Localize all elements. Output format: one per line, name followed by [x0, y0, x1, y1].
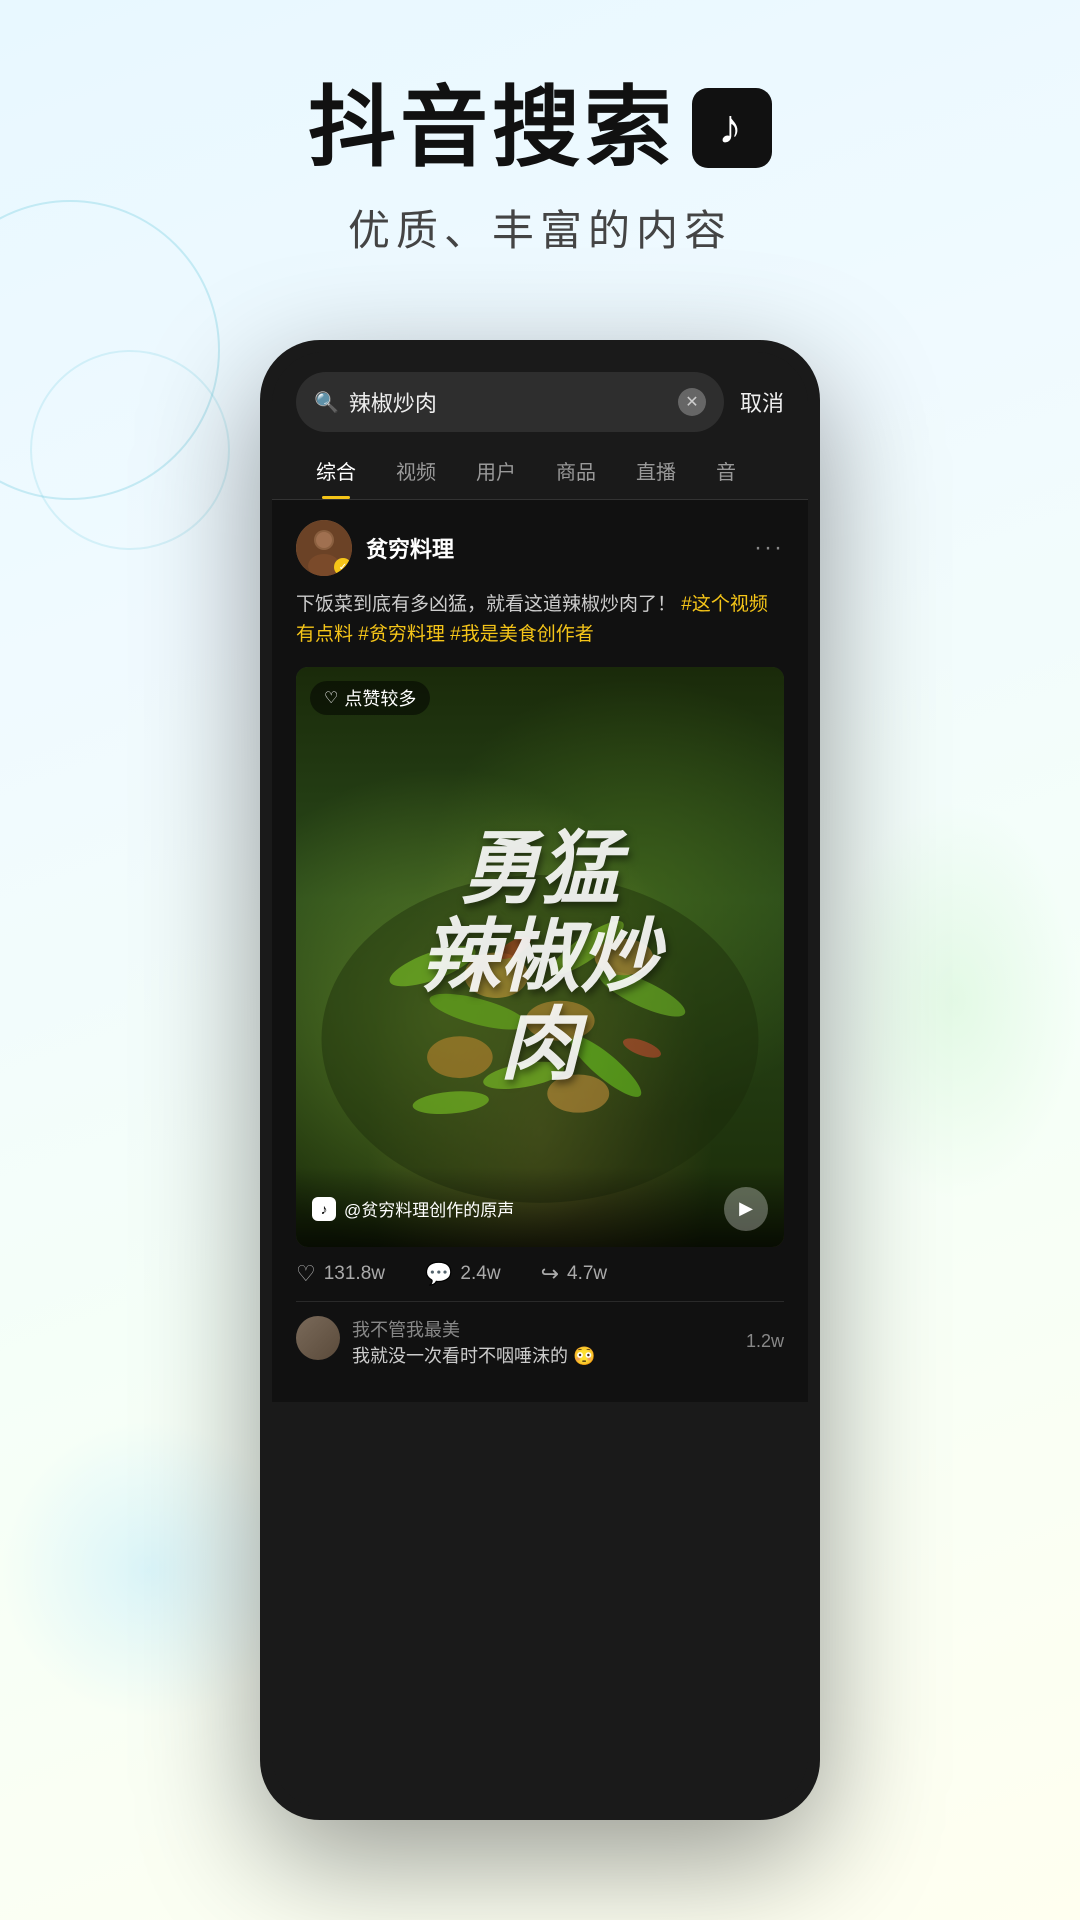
tab-视频[interactable]: 视频 [376, 448, 456, 499]
app-title: 抖音搜索 ♪ [0, 80, 1080, 177]
heart-icon: ♡ [324, 688, 338, 708]
app-title-text: 抖音搜索 [308, 80, 676, 177]
search-query-text: 辣椒炒肉 [349, 386, 668, 418]
badge-text: 点赞较多 [344, 685, 416, 711]
post-stats: ♡ 131.8w 💬 2.4w ↪ 4.7w [296, 1247, 784, 1302]
content-area: ✓ 贫穷料理 ··· 下饭菜到底有多凶猛，就看这道辣椒炒肉了！ #这个视频有点料… [272, 500, 808, 1402]
tab-用户[interactable]: 用户 [456, 448, 536, 499]
video-thumbnail[interactable]: 勇猛辣椒炒肉 ♡ 点赞较多 ♪ @贫穷料理创作的原声 ▶ [296, 667, 784, 1247]
bg-decoration-blob-right [830, 800, 1080, 1200]
like-stat[interactable]: ♡ 131.8w [296, 1261, 385, 1287]
phone-frame: 🔍 辣椒炒肉 ✕ 取消 综合 视频 用户 商品 [260, 340, 820, 1820]
video-bottom-bar: ♪ @贫穷料理创作的原声 ▶ [296, 1167, 784, 1247]
post-username[interactable]: 贫穷料理 [366, 532, 754, 564]
tab-音[interactable]: 音 [696, 448, 756, 499]
video-overlay-text: 勇猛辣椒炒肉 [420, 825, 660, 1089]
tab-商品[interactable]: 商品 [536, 448, 616, 499]
search-icon: 🔍 [314, 390, 339, 415]
share-stat[interactable]: ↪ 4.7w [541, 1261, 608, 1287]
like-icon: ♡ [296, 1261, 316, 1287]
bg-decoration-circle-2 [30, 350, 230, 550]
phone-mockup: 🔍 辣椒炒肉 ✕ 取消 综合 视频 用户 商品 [260, 340, 820, 1820]
bg-decoration-blob-bottom [0, 1420, 300, 1720]
header-section: 抖音搜索 ♪ 优质、丰富的内容 [0, 0, 1080, 298]
share-count: 4.7w [567, 1263, 607, 1285]
like-count: 131.8w [324, 1263, 385, 1285]
app-subtitle: 优质、丰富的内容 [0, 197, 1080, 258]
tabs-row: 综合 视频 用户 商品 直播 音 [272, 432, 808, 499]
comment-text: 我就没一次看时不咽唾沫的 😳 [352, 1342, 734, 1368]
tiktok-logo-small: ♪ [312, 1197, 336, 1221]
video-music-info: ♪ @贫穷料理创作的原声 [312, 1196, 514, 1221]
tiktok-app-icon: ♪ [692, 88, 772, 168]
video-like-badge: ♡ 点赞较多 [310, 681, 430, 715]
video-text-overlay: 勇猛辣椒炒肉 [296, 667, 784, 1247]
tiktok-icon-symbol: ♪ [718, 102, 746, 155]
comment-stat[interactable]: 💬 2.4w [425, 1261, 501, 1287]
verified-badge: ✓ [334, 558, 352, 576]
cancel-search-button[interactable]: 取消 [740, 386, 784, 418]
comment-count: 2.4w [460, 1263, 500, 1285]
music-info-text: @贫穷料理创作的原声 [344, 1196, 514, 1221]
commenter-username[interactable]: 我不管我最美 [352, 1316, 734, 1342]
hashtag-3[interactable]: #我是美食创作者 [450, 624, 594, 645]
search-bar-area: 🔍 辣椒炒肉 ✕ 取消 [272, 352, 808, 432]
comment-icon: 💬 [425, 1261, 452, 1287]
phone-screen: 🔍 辣椒炒肉 ✕ 取消 综合 视频 用户 商品 [272, 352, 808, 1808]
comment-preview: 我不管我最美 我就没一次看时不咽唾沫的 😳 1.2w [296, 1302, 784, 1382]
commenter-avatar [296, 1316, 340, 1360]
comment-content: 我不管我最美 我就没一次看时不咽唾沫的 😳 [352, 1316, 734, 1368]
comment-like-count: 1.2w [746, 1331, 784, 1352]
clear-search-button[interactable]: ✕ [678, 388, 706, 416]
more-options-button[interactable]: ··· [754, 534, 784, 562]
play-button[interactable]: ▶ [724, 1187, 768, 1231]
hashtag-2[interactable]: #贫穷料理 [358, 624, 445, 645]
post-description: 下饭菜到底有多凶猛，就看这道辣椒炒肉了！ #这个视频有点料 #贫穷料理 #我是美… [296, 590, 784, 651]
post-header: ✓ 贫穷料理 ··· [296, 520, 784, 576]
tab-综合[interactable]: 综合 [296, 448, 376, 499]
search-input-wrap[interactable]: 🔍 辣椒炒肉 ✕ [296, 372, 724, 432]
post-avatar[interactable]: ✓ [296, 520, 352, 576]
share-icon: ↪ [541, 1261, 559, 1287]
tab-直播[interactable]: 直播 [616, 448, 696, 499]
